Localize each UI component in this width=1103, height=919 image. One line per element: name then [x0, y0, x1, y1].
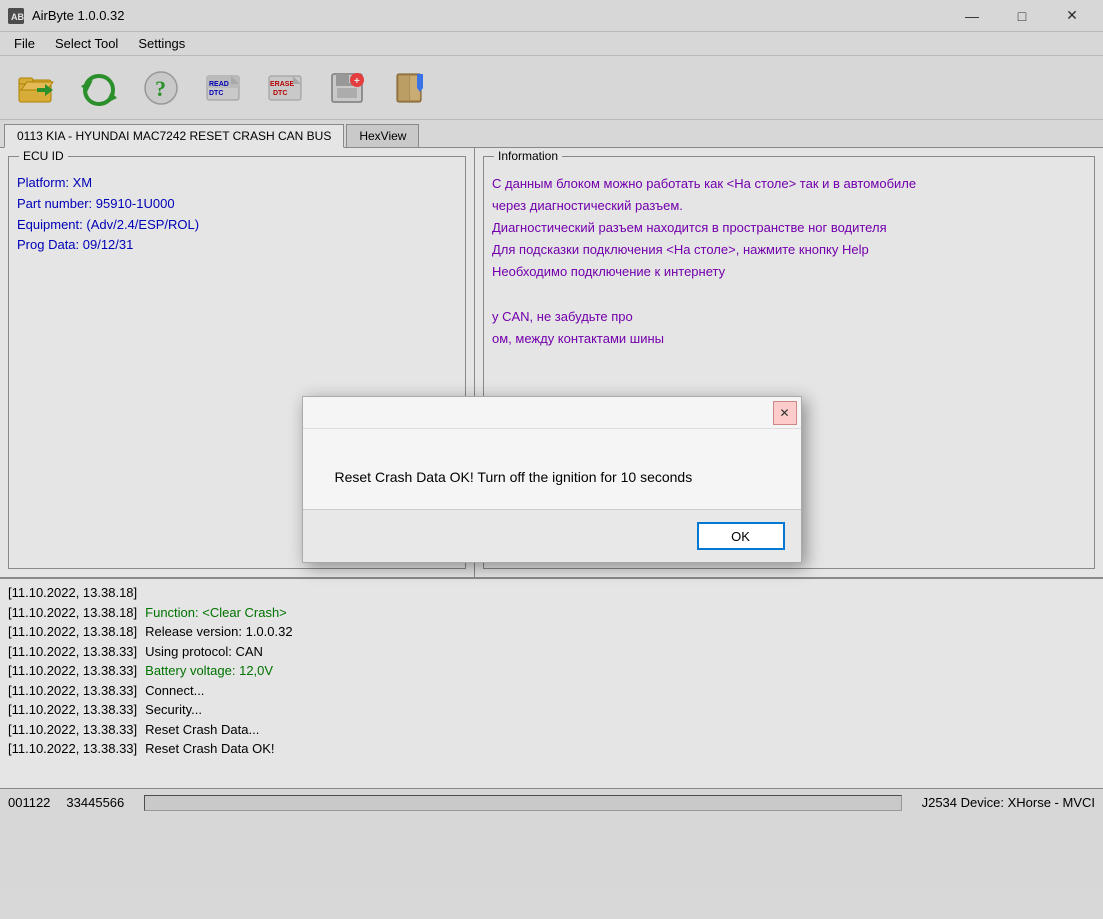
dialog: ✕ Reset Crash Data OK! Turn off the igni… — [302, 396, 802, 563]
dialog-overlay: ✕ Reset Crash Data OK! Turn off the igni… — [0, 0, 1103, 919]
dialog-title-bar: ✕ — [303, 397, 801, 429]
dialog-ok-button[interactable]: OK — [697, 522, 785, 550]
dialog-footer: OK — [303, 509, 801, 562]
dialog-close-button[interactable]: ✕ — [773, 401, 797, 425]
dialog-message: Reset Crash Data OK! Turn off the igniti… — [335, 469, 693, 485]
dialog-body: Reset Crash Data OK! Turn off the igniti… — [303, 429, 801, 509]
